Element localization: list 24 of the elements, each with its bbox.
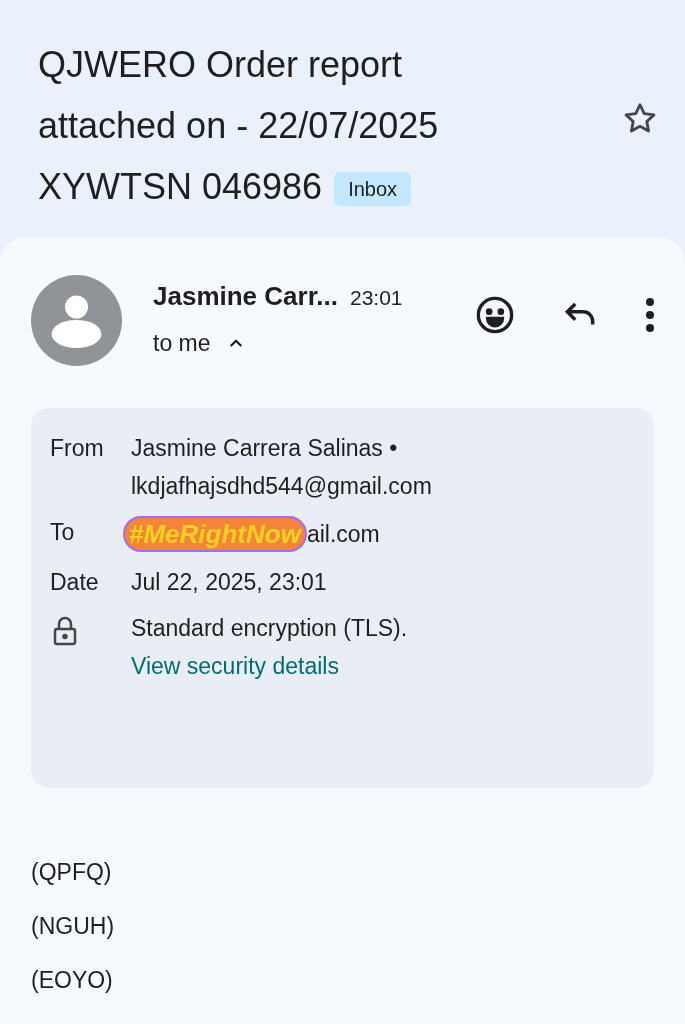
security-details-link[interactable]: View security details: [131, 650, 408, 682]
email-subject: QJWERO Order report: [38, 42, 403, 87]
recipient-email: ail.com: [306, 520, 380, 549]
inbox-label[interactable]: Inbox: [334, 171, 412, 206]
field-value: Jasmine Carrera Salinas •: [131, 434, 399, 463]
field-label: To: [50, 519, 75, 545]
recipient-toggle[interactable]: to me: [153, 326, 403, 361]
more-icon[interactable]: [645, 298, 655, 332]
message-time: 23:01: [350, 285, 403, 311]
email-subject: XYWTSN 046986: [38, 164, 323, 209]
hashtag-sticker: #MeRightNow: [123, 516, 307, 552]
body-text: (QPFQ): [31, 858, 113, 887]
sender-name: Jasmine Carr...: [153, 280, 338, 313]
lock-icon: [52, 616, 78, 646]
email-subject: attached on - 22/07/2025: [38, 103, 439, 148]
emoji-icon[interactable]: [475, 295, 515, 335]
field-label: From: [50, 435, 104, 461]
field-value: lkdjafhajsdhd544@gmail.com: [131, 472, 432, 501]
body-text: (NGUH): [31, 912, 116, 941]
avatar-icon: [31, 275, 122, 366]
body-text: (EOYO): [31, 966, 114, 995]
field-label: Date: [50, 569, 99, 595]
field-value: Jul 22, 2025, 23:01: [131, 568, 327, 597]
field-value: Standard encryption (TLS).: [131, 614, 408, 643]
